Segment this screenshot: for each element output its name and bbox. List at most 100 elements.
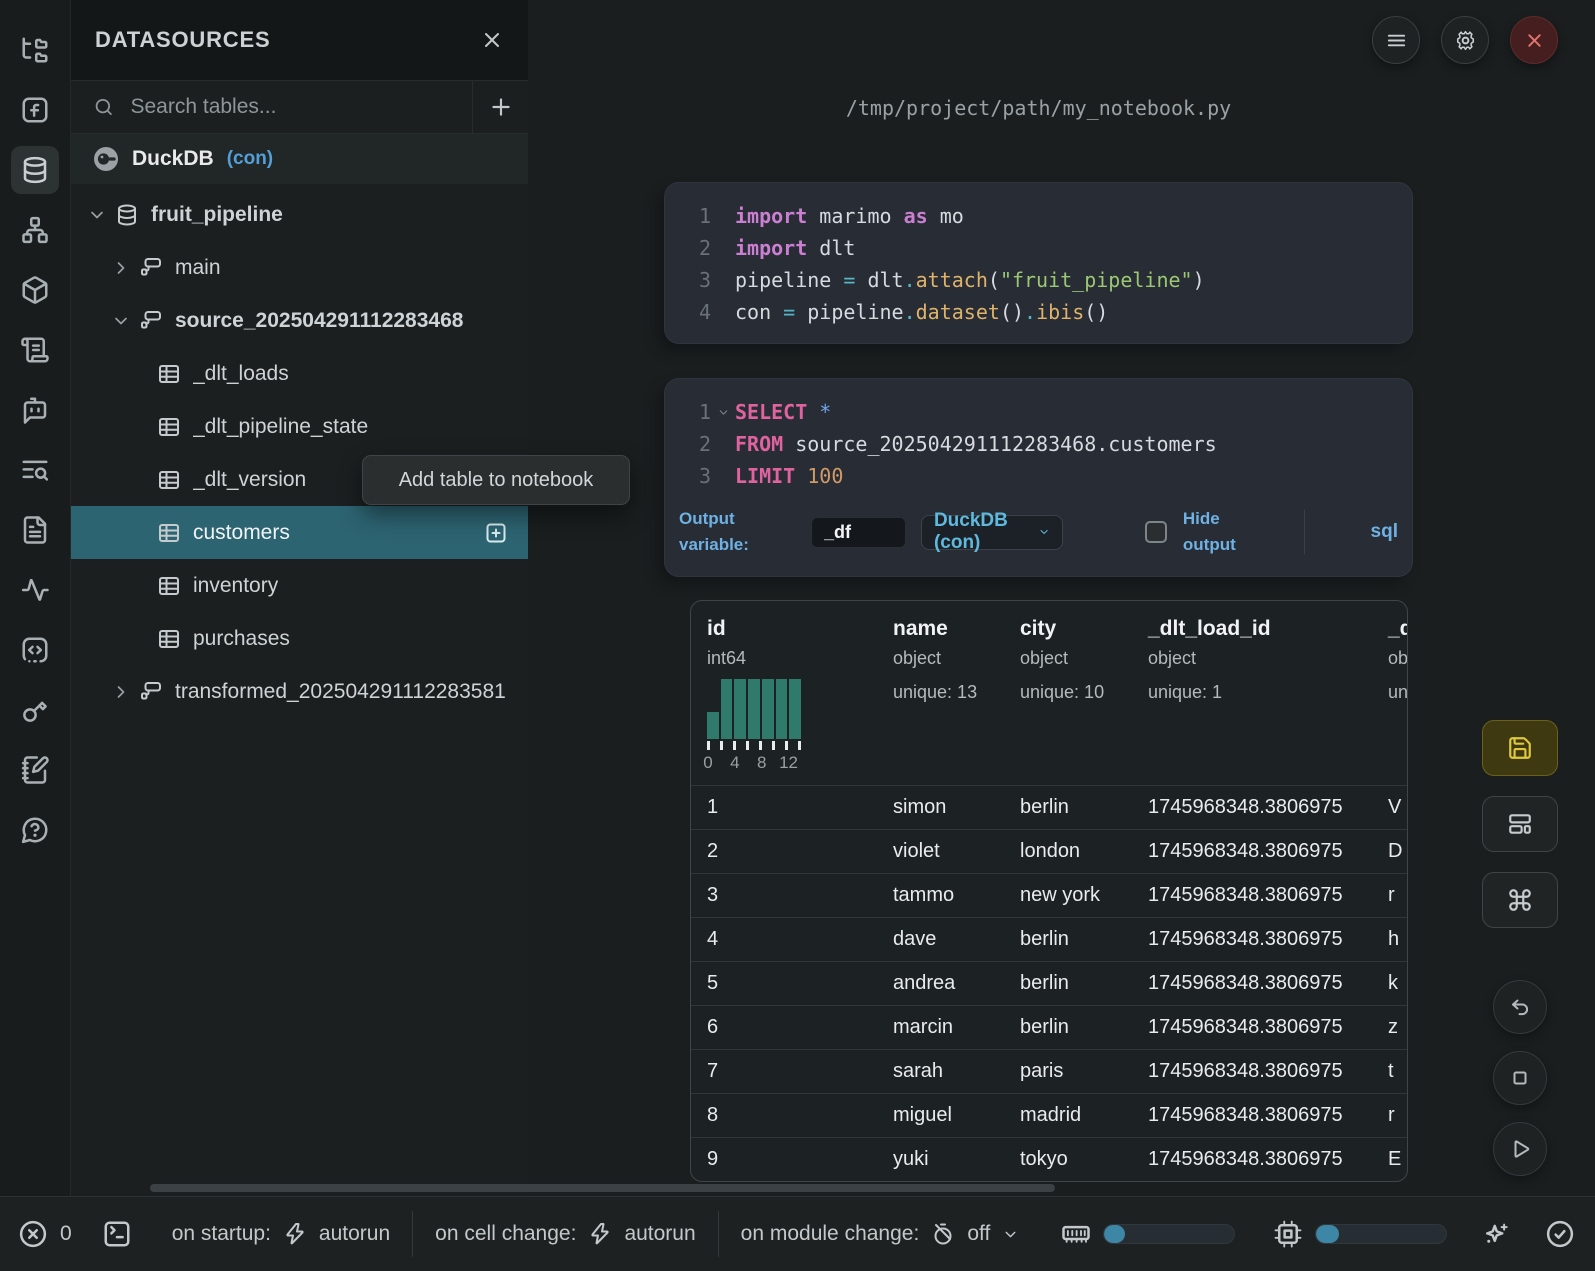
code-line[interactable]: 1SELECT * <box>665 396 1412 428</box>
chevron-down-icon[interactable] <box>111 311 131 331</box>
tree-item-_dlt_pipeline_state[interactable]: _dlt_pipeline_state <box>71 400 528 453</box>
error-indicator[interactable]: 0 <box>18 1219 72 1249</box>
activity-database-button[interactable] <box>11 146 59 194</box>
engine-select[interactable]: DuckDB (con) <box>921 515 1063 550</box>
activity-notebook-pen-button[interactable] <box>11 746 59 794</box>
tree-item-purchases[interactable]: purchases <box>71 612 528 665</box>
activity-icon <box>20 575 50 605</box>
code-line[interactable]: 2import dlt <box>665 232 1412 264</box>
chevron-down-icon <box>1038 524 1050 540</box>
table-cell: berlin <box>1004 1016 1132 1039</box>
status-divider <box>718 1211 719 1257</box>
table-icon <box>157 362 181 386</box>
output-variable-input[interactable] <box>811 517 906 548</box>
table-cell: 9 <box>691 1148 877 1171</box>
code-line[interactable]: 2FROM source_202504291112283468.customer… <box>665 428 1412 460</box>
column-header-_dlt_id[interactable]: _dlt_idobjectunique: <box>1372 617 1408 773</box>
tree-item-main[interactable]: main <box>71 241 528 294</box>
terminal-button[interactable] <box>102 1219 132 1249</box>
connected-check-button[interactable] <box>1545 1219 1575 1249</box>
table-icon <box>157 415 181 439</box>
close-x-icon <box>1523 29 1546 52</box>
tree-item-inventory[interactable]: inventory <box>71 559 528 612</box>
schema-icon <box>139 309 163 333</box>
stop-button[interactable] <box>1493 1051 1547 1105</box>
tree-item-transformed_202504291112283581[interactable]: transformed_202504291112283581 <box>71 665 528 718</box>
histogram-bar <box>789 679 801 739</box>
chevron-down-icon[interactable] <box>87 205 107 225</box>
undo-button[interactable] <box>1493 980 1547 1034</box>
table-row: 1simonberlin1745968348.3806975V <box>691 785 1407 829</box>
activity-log-search-button[interactable] <box>11 446 59 494</box>
menu-button[interactable] <box>1372 16 1420 64</box>
table-cell: new york <box>1004 884 1132 907</box>
table-row: 6marcinberlin1745968348.3806975z <box>691 1005 1407 1049</box>
close-icon <box>480 28 504 52</box>
column-header-name[interactable]: nameobjectunique: 13 <box>877 617 1004 773</box>
activity-file-text-button[interactable] <box>11 506 59 554</box>
table-cell: tokyo <box>1004 1148 1132 1171</box>
table-cell: 4 <box>691 928 877 951</box>
tree-item-fruit_pipeline[interactable]: fruit_pipeline <box>71 188 528 241</box>
shutdown-button[interactable] <box>1510 16 1558 64</box>
activity-network-button[interactable] <box>11 206 59 254</box>
activity-function-button[interactable] <box>11 86 59 134</box>
on-cell-change-toggle[interactable]: on cell change: autorun <box>435 1222 696 1246</box>
activity-activity-button[interactable] <box>11 566 59 614</box>
code-line[interactable]: 1import marimo as mo <box>665 200 1412 232</box>
memory-icon <box>1061 1219 1091 1249</box>
add-datasource-button[interactable] <box>472 81 528 133</box>
run-button[interactable] <box>1493 1122 1547 1176</box>
duckdb-connection-row[interactable]: DuckDB (con) <box>71 134 528 184</box>
line-number: 1 <box>665 204 711 228</box>
activity-help-button[interactable] <box>11 806 59 854</box>
close-panel-button[interactable] <box>480 28 504 52</box>
activity-scroll-button[interactable] <box>11 326 59 374</box>
tree-item-_dlt_loads[interactable]: _dlt_loads <box>71 347 528 400</box>
sql-editor[interactable]: 1SELECT *2FROM source_202504291112283468… <box>665 396 1412 492</box>
code-line[interactable]: 4con = pipeline.dataset().ibis() <box>665 296 1412 328</box>
activity-bot-chat-button[interactable] <box>11 386 59 434</box>
add-table-button[interactable] <box>484 521 508 545</box>
code-line[interactable]: 3LIMIT 100 <box>665 460 1412 492</box>
horizontal-scrollbar-thumb[interactable] <box>150 1184 1055 1192</box>
layout-button[interactable] <box>1482 796 1558 852</box>
hide-output-checkbox[interactable] <box>1145 521 1167 543</box>
ai-button[interactable] <box>1481 1219 1575 1249</box>
python-cell[interactable]: 1import marimo as mo2import dlt3pipeline… <box>665 183 1412 343</box>
save-button[interactable] <box>1482 720 1558 776</box>
activity-code-block-button[interactable] <box>11 626 59 674</box>
sql-language-badge[interactable]: sql <box>1371 521 1398 543</box>
chevron-right-icon[interactable] <box>111 682 131 702</box>
tree-item-customers[interactable]: customers <box>71 506 528 559</box>
table-cell: 1745968348.3806975 <box>1132 840 1372 863</box>
table-cell: 8 <box>691 1104 877 1127</box>
datasources-title: DATASOURCES <box>95 27 270 53</box>
tree-item-label: fruit_pipeline <box>151 203 283 227</box>
marimo-app: DATASOURCES <box>0 0 1595 1271</box>
add-table-tooltip: Add table to notebook <box>362 455 630 505</box>
table-cell: berlin <box>1004 796 1132 819</box>
code-line[interactable]: 3pipeline = dlt.attach("fruit_pipeline") <box>665 264 1412 296</box>
floppy-icon <box>1507 735 1533 761</box>
activity-key-button[interactable] <box>11 686 59 734</box>
help-icon <box>20 815 50 845</box>
table-cell: r <box>1372 1104 1408 1127</box>
activity-file-tree-button[interactable] <box>11 26 59 74</box>
on-module-change-toggle[interactable]: on module change: off <box>741 1222 1020 1246</box>
schema-icon <box>139 256 163 280</box>
table-cell: london <box>1004 840 1132 863</box>
shortcuts-button[interactable] <box>1482 872 1558 928</box>
on-startup-toggle[interactable]: on startup: autorun <box>172 1222 390 1246</box>
chevron-right-icon[interactable] <box>111 258 131 278</box>
fold-chevron-icon[interactable] <box>711 406 735 419</box>
table-cell: E <box>1372 1148 1408 1171</box>
column-header-city[interactable]: cityobjectunique: 10 <box>1004 617 1132 773</box>
settings-button[interactable] <box>1441 16 1489 64</box>
column-header-id[interactable]: idint6404812 <box>691 617 877 773</box>
activity-package-button[interactable] <box>11 266 59 314</box>
sql-cell[interactable]: 1SELECT *2FROM source_202504291112283468… <box>665 379 1412 576</box>
column-header-_dlt_load_id[interactable]: _dlt_load_idobjectunique: 1 <box>1132 617 1372 773</box>
search-tables-input[interactable] <box>130 95 450 119</box>
tree-item-source_202504291112283468[interactable]: source_202504291112283468 <box>71 294 528 347</box>
